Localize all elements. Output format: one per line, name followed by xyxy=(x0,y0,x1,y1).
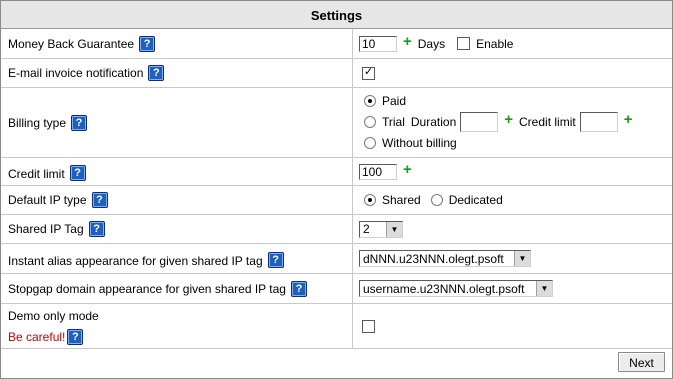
row-shared-ip-tag: Shared IP Tag ? 2 ▼ xyxy=(1,215,672,244)
next-button[interactable]: Next xyxy=(618,352,665,372)
billing-type-label-cell: Billing type ? xyxy=(1,88,353,157)
help-icon[interactable]: ? xyxy=(148,65,165,81)
chevron-down-icon[interactable]: ▼ xyxy=(536,281,552,296)
help-icon[interactable]: ? xyxy=(267,252,284,268)
instant-alias-label: Instant alias appearance for given share… xyxy=(8,254,263,268)
stopgap-label: Stopgap domain appearance for given shar… xyxy=(8,281,286,296)
billing-type-label: Billing type xyxy=(8,115,67,130)
paid-radio[interactable] xyxy=(364,95,376,107)
plus-icon[interactable]: + xyxy=(624,112,633,127)
demo-warning-line: Be careful! ? xyxy=(8,329,352,345)
demo-value-cell xyxy=(354,304,672,348)
credit-limit-value-cell: + xyxy=(354,158,672,185)
ip-tag-label: Shared IP Tag xyxy=(8,222,84,236)
enable-checkbox[interactable] xyxy=(457,37,471,50)
billing-trial-option[interactable]: Trial Duration + Credit limit + xyxy=(364,112,638,132)
row-demo-mode: Demo only mode Be careful! ? xyxy=(1,304,672,349)
plus-icon[interactable]: + xyxy=(403,162,412,177)
plus-icon[interactable]: + xyxy=(403,34,412,49)
without-billing-label: Without billing xyxy=(382,136,457,150)
duration-input[interactable] xyxy=(460,112,499,132)
ip-tag-label-cell: Shared IP Tag ? xyxy=(1,215,353,243)
row-credit-limit: Credit limit ? + xyxy=(1,158,672,186)
demo-mode-checkbox[interactable] xyxy=(362,319,375,333)
credit-limit-input[interactable] xyxy=(359,163,397,180)
plus-icon[interactable]: + xyxy=(504,112,513,127)
help-icon[interactable]: ? xyxy=(71,114,88,131)
without-billing-radio[interactable] xyxy=(364,137,376,149)
shared-label: Shared xyxy=(382,193,421,207)
instant-alias-selected: dNNN.u23NNN.olegt.psoft xyxy=(363,251,504,266)
help-icon[interactable]: ? xyxy=(69,165,86,181)
paid-label: Paid xyxy=(382,94,407,108)
demo-label-cell: Demo only mode Be careful! ? xyxy=(1,304,353,348)
help-icon[interactable]: ? xyxy=(139,35,156,52)
help-icon[interactable]: ? xyxy=(290,280,307,297)
credit-limit-label: Credit limit xyxy=(8,167,65,181)
billing-paid-option[interactable]: Paid xyxy=(364,94,406,108)
money-back-days-input[interactable] xyxy=(359,35,397,52)
row-instant-alias: Instant alias appearance for given share… xyxy=(1,244,672,274)
chevron-down-icon[interactable]: ▼ xyxy=(514,251,530,266)
money-back-value-cell: + Days Enable xyxy=(354,29,672,58)
row-stopgap-domain: Stopgap domain appearance for given shar… xyxy=(1,274,672,304)
ip-type-value-cell: Shared Dedicated xyxy=(354,186,672,214)
ip-tag-select[interactable]: 2 ▼ xyxy=(359,220,403,238)
enable-label: Enable xyxy=(476,36,514,51)
email-invoice-label: E-mail invoice notification xyxy=(8,66,144,80)
credit-limit-label-cell: Credit limit ? xyxy=(1,158,353,185)
ip-type-label-cell: Default IP type ? xyxy=(1,186,353,214)
row-email-invoice: E-mail invoice notification ? xyxy=(1,59,672,88)
chevron-down-icon[interactable]: ▼ xyxy=(386,221,402,237)
row-default-ip-type: Default IP type ? Shared Dedicated xyxy=(1,186,672,215)
settings-panel: Settings Money Back Guarantee ? + Days E… xyxy=(0,0,673,379)
email-invoice-value-cell xyxy=(354,59,672,87)
help-icon[interactable]: ? xyxy=(67,329,84,345)
trial-credit-limit-input[interactable] xyxy=(579,112,618,132)
money-back-label: Money Back Guarantee xyxy=(8,36,135,51)
credit-limit-trial-label: Credit limit xyxy=(519,115,576,129)
email-invoice-label-cell: E-mail invoice notification ? xyxy=(1,59,353,87)
ip-type-label: Default IP type xyxy=(8,193,87,207)
demo-label: Demo only mode xyxy=(8,309,99,323)
billing-type-value-cell: Paid Trial Duration + Credit limit + Wit… xyxy=(354,88,672,157)
stopgap-value-cell: username.u23NNN.olegt.psoft ▼ xyxy=(354,274,672,303)
stopgap-label-cell: Stopgap domain appearance for given shar… xyxy=(1,274,353,303)
dedicated-radio[interactable] xyxy=(430,194,443,206)
row-money-back: Money Back Guarantee ? + Days Enable xyxy=(1,29,672,59)
duration-label: Duration xyxy=(410,115,457,129)
help-icon[interactable]: ? xyxy=(88,221,105,237)
demo-warning: Be careful! xyxy=(8,330,66,344)
trial-label: Trial xyxy=(382,115,405,129)
stopgap-select[interactable]: username.u23NNN.olegt.psoft ▼ xyxy=(359,280,553,297)
shared-radio[interactable] xyxy=(364,194,376,206)
help-icon[interactable]: ? xyxy=(91,192,108,208)
ip-tag-value-cell: 2 ▼ xyxy=(354,215,672,243)
dedicated-label: Dedicated xyxy=(448,193,503,207)
instant-alias-label-cell: Instant alias appearance for given share… xyxy=(1,244,353,273)
days-label: Days xyxy=(417,36,446,51)
ip-tag-selected: 2 xyxy=(363,222,370,236)
panel-title: Settings xyxy=(1,1,672,29)
trial-radio[interactable] xyxy=(364,116,376,128)
money-back-label-cell: Money Back Guarantee ? xyxy=(1,29,353,58)
email-invoice-checkbox[interactable] xyxy=(362,65,375,80)
billing-without-option[interactable]: Without billing xyxy=(364,136,457,150)
stopgap-selected: username.u23NNN.olegt.psoft xyxy=(363,281,525,296)
row-billing-type: Billing type ? Paid Trial Duration + Cre… xyxy=(1,88,672,158)
instant-alias-select[interactable]: dNNN.u23NNN.olegt.psoft ▼ xyxy=(359,250,531,267)
instant-alias-value-cell: dNNN.u23NNN.olegt.psoft ▼ xyxy=(354,244,672,273)
